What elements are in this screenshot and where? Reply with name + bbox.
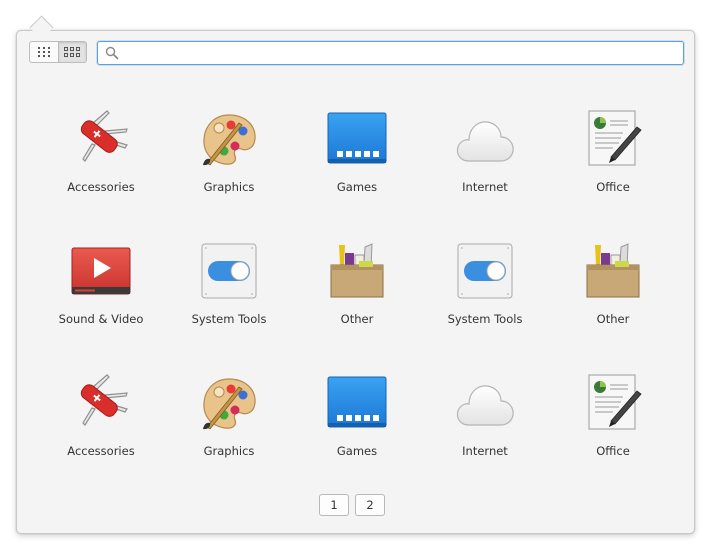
category-label: Other [596, 312, 630, 326]
search-icon [105, 46, 119, 60]
paint-palette-icon [203, 114, 256, 166]
category-system-tools[interactable]: System Tools [165, 241, 293, 351]
category-accessories[interactable]: Accessories [37, 373, 165, 483]
category-label: Office [596, 444, 630, 458]
category-label: System Tools [447, 312, 523, 326]
category-icon [64, 47, 81, 57]
category-internet[interactable]: Internet [421, 373, 549, 483]
category-graphics[interactable]: Graphics [165, 109, 293, 219]
swiss-knife-icon [80, 374, 128, 426]
games-icon [327, 376, 387, 428]
video-player-icon [71, 247, 131, 295]
app-launcher-popover: Accessories Graphics Games Internet Offi… [16, 30, 695, 534]
paint-palette-icon [203, 378, 256, 430]
category-games[interactable]: Games [293, 109, 421, 219]
games-icon [327, 112, 387, 164]
category-label: Games [336, 444, 378, 458]
category-label: Internet [462, 444, 508, 458]
toggle-switch-icon [201, 243, 257, 299]
category-label: Accessories [67, 180, 135, 194]
category-graphics[interactable]: Graphics [165, 373, 293, 483]
category-label: Games [336, 180, 378, 194]
toolbox-icon [586, 243, 640, 298]
category-office[interactable]: Office [549, 373, 677, 483]
category-label: Graphics [203, 444, 255, 458]
search-input[interactable] [122, 43, 681, 65]
category-label: Office [596, 180, 630, 194]
office-document-icon [588, 374, 642, 430]
category-internet[interactable]: Internet [421, 109, 549, 219]
category-games[interactable]: Games [293, 373, 421, 483]
category-system-tools[interactable]: System Tools [421, 241, 549, 351]
swiss-knife-icon [80, 110, 128, 162]
category-label: Internet [462, 180, 508, 194]
cloud-icon [456, 121, 514, 162]
category-other[interactable]: Other [549, 241, 677, 351]
toolbox-icon [330, 243, 384, 298]
page-2-button[interactable]: 2 [355, 494, 385, 516]
page-1-button[interactable]: 1 [319, 494, 349, 516]
category-label: Sound & Video [58, 312, 144, 326]
grid-view-button[interactable] [30, 42, 58, 62]
category-other[interactable]: Other [293, 241, 421, 351]
category-label: Accessories [67, 444, 135, 458]
category-label: System Tools [191, 312, 267, 326]
office-document-icon [588, 110, 642, 166]
category-office[interactable]: Office [549, 109, 677, 219]
category-view-button[interactable] [57, 42, 86, 62]
search-field[interactable] [97, 41, 684, 65]
grid-icon [37, 47, 50, 57]
pagination: 1 2 [319, 494, 385, 516]
category-sound-video[interactable]: Sound & Video [37, 241, 165, 351]
category-label: Graphics [203, 180, 255, 194]
cloud-icon [456, 385, 514, 426]
view-mode-switch[interactable] [29, 41, 87, 63]
category-accessories[interactable]: Accessories [37, 109, 165, 219]
toggle-switch-icon [457, 243, 513, 299]
category-label: Other [340, 312, 374, 326]
